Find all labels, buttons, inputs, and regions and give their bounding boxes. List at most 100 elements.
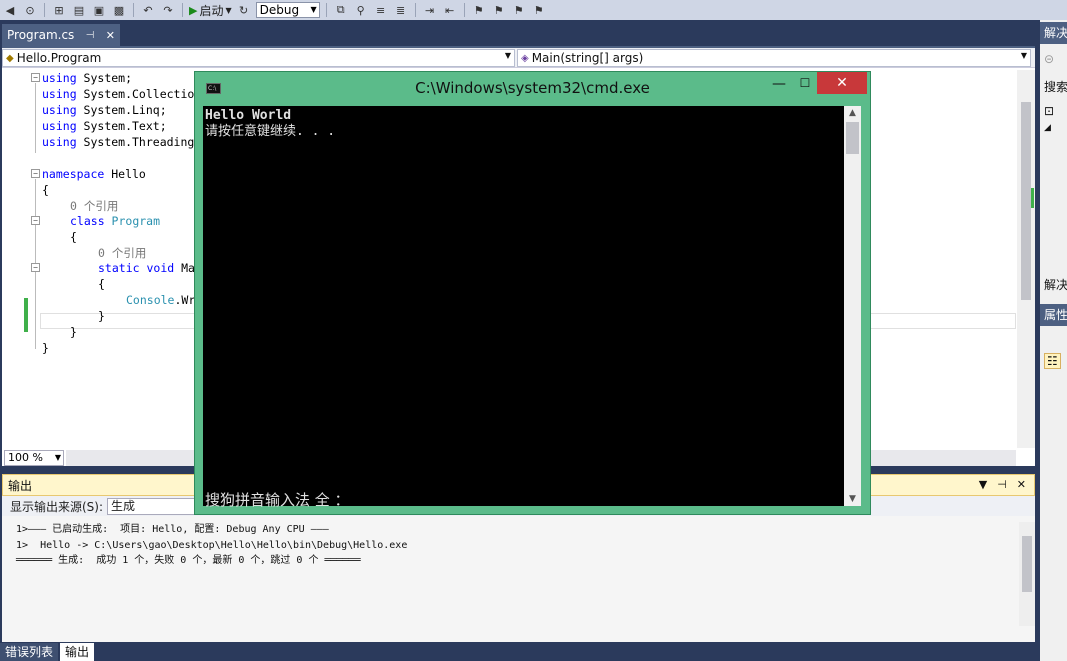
reference-count[interactable]: 0 个引用 (98, 245, 146, 261)
main-toolbar: ◀ ⊙ ⊞ ▤ ▣ ▩ ↶ ↷ ▶ 启动 ▼ ↻ Debug ▼ ⧉ ⚲ ≡ ≣… (0, 0, 1067, 20)
output-line: 1> Hello -> C:\Users\gao\Desktop\Hello\H… (16, 539, 408, 551)
solution-explorer-title[interactable]: 解决 (1040, 22, 1067, 44)
console-line: 请按任意键继续. . . (205, 124, 336, 139)
output-line: ══════ 生成: 成功 1 个，失败 0 个，最新 0 个，跳过 0 个 ═… (16, 555, 361, 566)
tab-output[interactable]: 输出 (60, 643, 95, 661)
code-line: using System.Text; (42, 119, 167, 133)
outline-line (35, 226, 36, 326)
outline-line (35, 83, 36, 153)
uncomment-icon[interactable]: ≣ (393, 2, 409, 18)
close-icon[interactable]: ✕ (1017, 478, 1026, 491)
code-line: } (98, 309, 105, 323)
properties-icon[interactable]: ☷ (1044, 353, 1061, 369)
refresh-icon[interactable]: ↻ (236, 2, 252, 18)
code-line: namespace Hello (42, 167, 146, 181)
new-project-icon[interactable]: ⊞ (51, 2, 67, 18)
indent-icon[interactable]: ⇥ (422, 2, 438, 18)
comment-icon[interactable]: ≡ (373, 2, 389, 18)
close-icon[interactable]: ✕ (106, 29, 115, 42)
output-text[interactable]: 1>——— 已启动生成: 项目: Hello, 配置: Debug Any CP… (16, 522, 407, 569)
reference-count[interactable]: 0 个引用 (70, 198, 118, 214)
back-icon[interactable]: ◀ (2, 2, 18, 18)
play-icon: ▶ (189, 3, 198, 17)
output-source-label: 显示输出来源(S): (10, 499, 104, 514)
ime-status: 搜狗拼音输入法 全 ： (205, 491, 350, 509)
code-line: { (42, 183, 49, 197)
forward-icon[interactable]: ⊙ (22, 2, 38, 18)
back-icon[interactable]: ⊝ (1044, 52, 1054, 66)
start-debug-button[interactable]: ▶ 启动 ▼ (189, 2, 232, 19)
toolbar-divider (44, 3, 45, 17)
console-scrollbar[interactable]: ▲ ▼ (844, 106, 861, 506)
code-line: { (70, 230, 77, 244)
navigation-bar: ◆ Hello.Program ▼ ◈ Main(string[] args) … (2, 48, 1035, 68)
collapse-icon[interactable]: − (31, 216, 40, 225)
solution-tab[interactable]: 解决 (1044, 276, 1067, 293)
console-output[interactable]: Hello World 请按任意键继续. . . 搜狗拼音输入法 全 ： ▲ ▼ (203, 106, 861, 509)
console-window: C:\ C:\Windows\system32\cmd.exe — ☐ ✕ He… (194, 71, 871, 515)
output-title: 输出 (8, 478, 33, 493)
type-dropdown[interactable]: ◆ Hello.Program ▼ (2, 49, 515, 67)
code-line: using System.Linq; (42, 103, 167, 117)
scrollbar-thumb[interactable] (1022, 536, 1032, 592)
zoom-value: 100 % (8, 451, 43, 464)
save-all-icon[interactable]: ▩ (111, 2, 127, 18)
maximize-icon[interactable]: ☐ (795, 76, 815, 94)
changed-line-marker (24, 298, 28, 332)
code-line: using System.Collectio (42, 87, 195, 101)
bookmark-icon[interactable]: ⚑ (471, 2, 487, 18)
chevron-down-icon: ▼ (54, 453, 61, 462)
collapse-icon[interactable]: − (31, 73, 40, 82)
tab-program-cs[interactable]: Program.cs ⊣ ✕ (2, 24, 120, 46)
scrollbar-thumb[interactable] (846, 122, 859, 154)
tab-error-list[interactable]: 错误列表 (0, 643, 59, 661)
member-dropdown[interactable]: ◈ Main(string[] args) ▼ (517, 49, 1031, 67)
undo-icon[interactable]: ↶ (140, 2, 156, 18)
save-icon[interactable]: ▣ (91, 2, 107, 18)
outdent-icon[interactable]: ⇤ (442, 2, 458, 18)
code-line: Console.Wr (126, 293, 196, 307)
configuration-select[interactable]: Debug ▼ (255, 2, 320, 18)
code-line: class Program (70, 214, 161, 228)
code-line: using System; (42, 71, 133, 85)
zoom-select[interactable]: 100 % ▼ (4, 450, 64, 466)
open-file-icon[interactable]: ▤ (71, 2, 87, 18)
chevron-down-icon[interactable]: ▼ (979, 478, 987, 491)
editor-vertical-scrollbar[interactable] (1017, 70, 1035, 448)
output-line: 1>——— 已启动生成: 项目: Hello, 配置: Debug Any CP… (16, 524, 329, 535)
collapse-icon[interactable]: − (31, 169, 40, 178)
console-line: Hello World (205, 108, 292, 123)
chevron-down-icon: ▼ (1020, 51, 1027, 60)
next-bookmark-icon[interactable]: ⚑ (511, 2, 527, 18)
output-scrollbar[interactable] (1019, 522, 1035, 626)
chevron-down-icon: ▼ (310, 5, 317, 14)
bottom-tabstrip: 错误列表 输出 (0, 643, 1040, 661)
chevron-up-icon[interactable]: ▲ (844, 108, 861, 118)
collapse-icon[interactable]: ◢ (1044, 123, 1051, 133)
attach-icon[interactable]: ⧉ (333, 2, 349, 18)
prev-bookmark-icon[interactable]: ⚑ (491, 2, 507, 18)
close-icon: ✕ (836, 75, 848, 91)
pin-icon[interactable]: ⊣ (86, 30, 95, 41)
code-line: { (98, 277, 105, 291)
redo-icon[interactable]: ↷ (160, 2, 176, 18)
output-source-value: 生成 (111, 498, 136, 513)
solution-item[interactable]: ⊡ (1044, 104, 1054, 118)
pin-icon[interactable]: ⊣ (997, 478, 1007, 491)
toolbar-divider (414, 3, 416, 17)
properties-title[interactable]: 属性 (1040, 304, 1067, 326)
minimize-icon[interactable]: — (769, 76, 789, 94)
scrollbar-thumb[interactable] (1021, 102, 1031, 300)
solution-search[interactable]: 搜索 (1044, 78, 1067, 95)
change-marker (1031, 188, 1034, 208)
console-text: Hello World 请按任意键继续. . . (205, 108, 335, 140)
close-button[interactable]: ✕ (817, 72, 867, 94)
find-icon[interactable]: ⚲ (353, 2, 369, 18)
clear-bookmarks-icon[interactable]: ⚑ (531, 2, 547, 18)
collapse-icon[interactable]: − (31, 263, 40, 272)
chevron-down-icon: ▼ (225, 5, 232, 15)
type-value: Hello.Program (16, 51, 102, 65)
chevron-down-icon: ▼ (504, 51, 511, 60)
chevron-down-icon[interactable]: ▼ (844, 494, 861, 504)
configuration-value: Debug (259, 3, 300, 17)
